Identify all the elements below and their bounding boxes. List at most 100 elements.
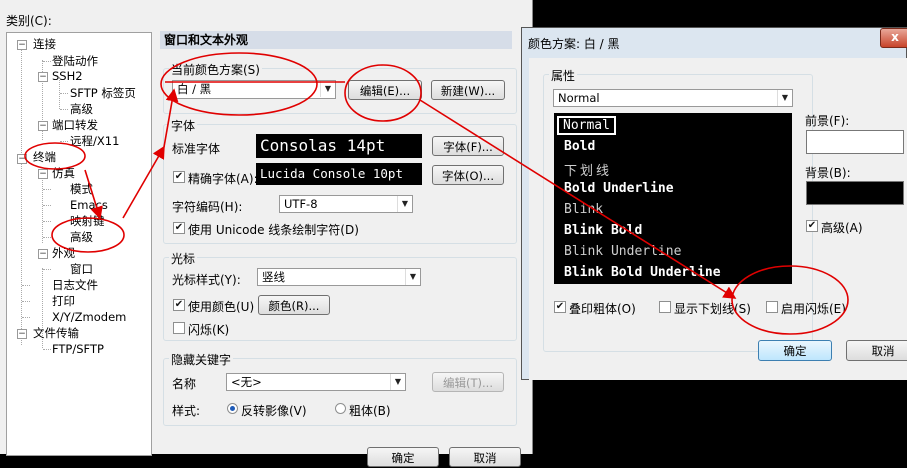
reverse-video-radio[interactable]	[227, 403, 238, 414]
category-tree[interactable]: − 连接 登陆动作 − SSH2 SFTP 标签页 高级 − 端口转发 远程/X…	[6, 32, 152, 456]
collapse-icon[interactable]: −	[38, 249, 48, 259]
dialog-cancel-button[interactable]: 取消	[846, 340, 907, 361]
preview-normal[interactable]: Normal	[557, 116, 616, 135]
keyword-edit-button[interactable]: 编辑(T)...	[432, 372, 504, 392]
chevron-down-icon: ▼	[320, 81, 335, 97]
background-swatch[interactable]	[806, 181, 904, 205]
cursor-style-value: 竖线	[262, 270, 285, 284]
precise-font-label: 精确字体(A):	[188, 172, 258, 186]
background-label: 背景(B):	[805, 166, 851, 180]
tree-guide	[22, 285, 30, 286]
cursor-blink-label: 闪烁(K)	[188, 323, 230, 337]
show-underline-checkbox[interactable]	[659, 301, 671, 313]
chevron-down-icon: ▼	[397, 196, 412, 212]
keyword-name-value: <无>	[231, 375, 262, 389]
new-scheme-button[interactable]: 新建(W)...	[431, 80, 505, 100]
dialog-ok-button[interactable]: 确定	[758, 340, 832, 361]
bold-label: 粗体(B)	[349, 404, 391, 418]
foreground-swatch[interactable]	[806, 130, 904, 154]
encoding-select[interactable]: UTF-8 ▼	[279, 195, 413, 213]
enable-blink-checkbox[interactable]	[766, 301, 778, 313]
hidden-keyword-group-label: 隐藏关键字	[169, 351, 234, 368]
tree-guide	[21, 45, 22, 345]
collapse-icon[interactable]: −	[17, 154, 27, 164]
attribute-select[interactable]: Normal ▼	[553, 89, 793, 107]
use-color-checkbox[interactable]: ✔	[173, 299, 185, 311]
preview-underline[interactable]: 下划线	[564, 160, 612, 179]
collapse-icon[interactable]: −	[17, 329, 27, 339]
cursor-group-label: 光标	[169, 250, 198, 267]
tree-guide	[43, 221, 51, 222]
cursor-style-select[interactable]: 竖线 ▼	[257, 268, 421, 286]
preview-blink-underline[interactable]: Blink Underline	[564, 244, 681, 259]
tree-item-mapped-keys[interactable]: 映射键	[70, 214, 105, 228]
precise-font-button[interactable]: 字体(O)...	[432, 165, 504, 185]
attribute-preview[interactable]: Normal Bold 下划线 Bold Underline Blink Bli…	[554, 113, 792, 284]
tree-item-emulation[interactable]: 仿真	[52, 166, 75, 180]
unicode-line-drawing-checkbox[interactable]: ✔	[173, 222, 185, 234]
standard-font-button[interactable]: 字体(F)...	[432, 136, 504, 156]
standard-font-label: 标准字体	[172, 142, 221, 156]
tree-item-ssh2[interactable]: SSH2	[52, 69, 83, 83]
tree-guide	[60, 109, 68, 110]
color-scheme-select[interactable]: 白 / 黑 ▼	[172, 80, 336, 99]
keyword-style-label: 样式:	[172, 404, 201, 418]
foreground-label: 前景(F):	[805, 114, 850, 128]
tree-item-terminal[interactable]: 终端	[33, 150, 56, 164]
tree-item-port-forwarding[interactable]: 端口转发	[52, 118, 98, 132]
tree-item-emulation-advanced[interactable]: 高级	[70, 230, 93, 244]
chevron-down-icon: ▼	[777, 90, 792, 106]
tree-item-log-file[interactable]: 日志文件	[52, 278, 98, 292]
tree-item-file-transfer[interactable]: 文件传输	[33, 326, 79, 340]
precise-font-checkbox[interactable]: ✔	[173, 171, 185, 183]
preview-blink-bold-underline[interactable]: Blink Bold Underline	[564, 265, 721, 280]
collapse-icon[interactable]: −	[38, 121, 48, 131]
tree-item-window[interactable]: 窗口	[70, 262, 93, 276]
tree-guide	[43, 269, 51, 270]
tree-guide	[43, 61, 51, 62]
edit-scheme-button[interactable]: 编辑(E)...	[348, 80, 422, 100]
highlight-label: 高级(A)	[821, 221, 863, 235]
preview-bold-underline[interactable]: Bold Underline	[564, 181, 674, 196]
color-scheme-group-label: 当前颜色方案(S)	[169, 61, 262, 78]
preview-blink[interactable]: Blink	[564, 202, 603, 217]
reverse-video-label: 反转影像(V)	[241, 404, 307, 418]
tree-item-connection[interactable]: 连接	[33, 37, 56, 51]
dialog-body: 属性 Normal ▼ Normal Bold 下划线 Bold Underli…	[529, 58, 907, 380]
collapse-icon[interactable]: −	[38, 72, 48, 82]
encoding-value: UTF-8	[284, 197, 318, 211]
tree-guide	[43, 205, 51, 206]
tree-item-login-actions[interactable]: 登陆动作	[52, 54, 98, 68]
tree-item-remote-x11[interactable]: 远程/X11	[70, 134, 119, 148]
tree-item-ftp-sftp[interactable]: FTP/SFTP	[52, 342, 104, 356]
cursor-style-label: 光标样式(Y):	[172, 273, 241, 287]
cursor-blink-checkbox[interactable]	[173, 322, 185, 334]
tree-item-emacs[interactable]: Emacs	[70, 198, 108, 212]
tree-item-modes[interactable]: 模式	[70, 182, 93, 196]
overprint-bold-checkbox[interactable]: ✔	[554, 301, 566, 313]
session-options-window: 类别(C): − 连接 登陆动作 − SSH2 SFTP 标签页 高级 − 端口…	[0, 0, 533, 467]
preview-bold[interactable]: Bold	[564, 139, 595, 154]
attributes-label: 属性	[549, 67, 578, 84]
cursor-color-button[interactable]: 颜色(R)...	[258, 295, 330, 315]
tree-guide	[60, 141, 68, 142]
main-cancel-button[interactable]: 取消	[449, 447, 521, 467]
tree-item-xyzmodem[interactable]: X/Y/Zmodem	[52, 310, 126, 324]
attribute-value: Normal	[558, 91, 600, 105]
encoding-label: 字符编码(H):	[172, 200, 243, 214]
tree-item-printing[interactable]: 打印	[52, 294, 75, 308]
collapse-icon[interactable]: −	[17, 40, 27, 50]
tree-item-sftp-tab[interactable]: SFTP 标签页	[70, 86, 136, 100]
bold-radio[interactable]	[335, 403, 346, 414]
unicode-line-drawing-label: 使用 Unicode 线条绘制字符(D)	[188, 223, 359, 237]
keyword-name-select[interactable]: <无> ▼	[226, 373, 406, 391]
tree-item-ssh2-advanced[interactable]: 高级	[70, 102, 93, 116]
collapse-icon[interactable]: −	[38, 169, 48, 179]
close-icon[interactable]: x	[880, 28, 907, 48]
tree-item-appearance[interactable]: 外观	[52, 246, 75, 260]
preview-blink-bold[interactable]: Blink Bold	[564, 223, 642, 238]
main-ok-button[interactable]: 确定	[367, 447, 439, 467]
chevron-down-icon: ▼	[390, 374, 405, 390]
section-title: 窗口和文本外观	[160, 31, 512, 49]
highlight-checkbox[interactable]: ✔	[806, 220, 818, 232]
